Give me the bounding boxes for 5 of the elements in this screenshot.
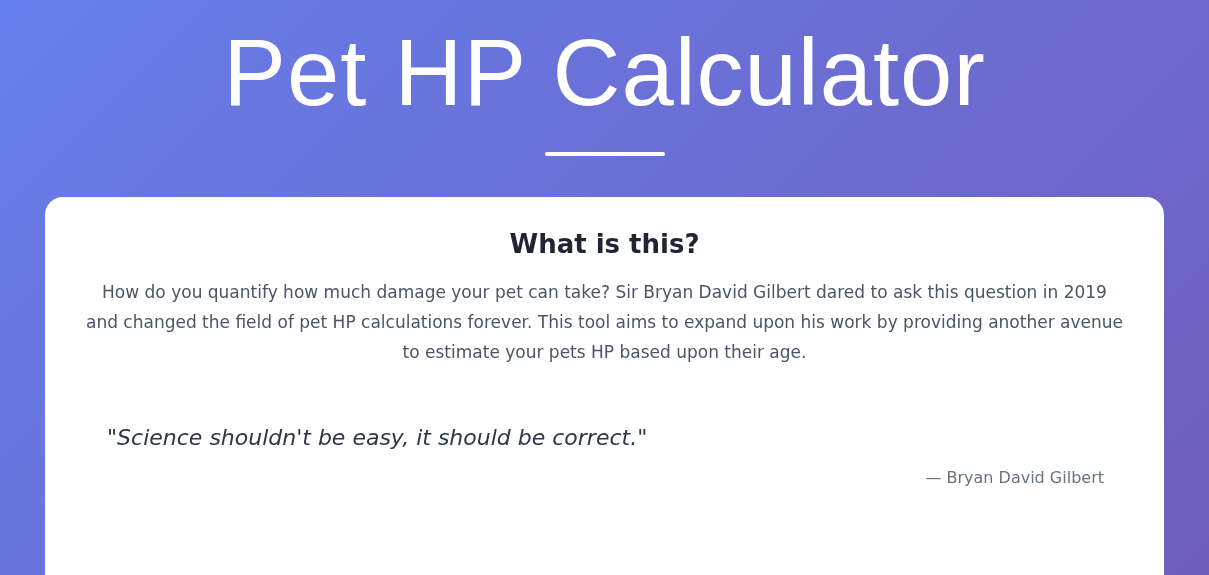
page-title: Pet HP Calculator [223, 19, 986, 127]
section-heading: What is this? [509, 229, 700, 259]
quote-text: "Science shouldn't be easy, it should be correct." [107, 425, 649, 450]
description-text: How do you quantify how much damage your pet can take? Sir Bryan David Gilbert dared to ask this question in 2019 and changed the field of pet HP calculations forever. This tool aims to expand upon his work by providing another avenue to estimate your pets HP based upon their age. [85, 281, 1124, 364]
quote-attribution: — Bryan David Gilbert [925, 468, 1104, 487]
